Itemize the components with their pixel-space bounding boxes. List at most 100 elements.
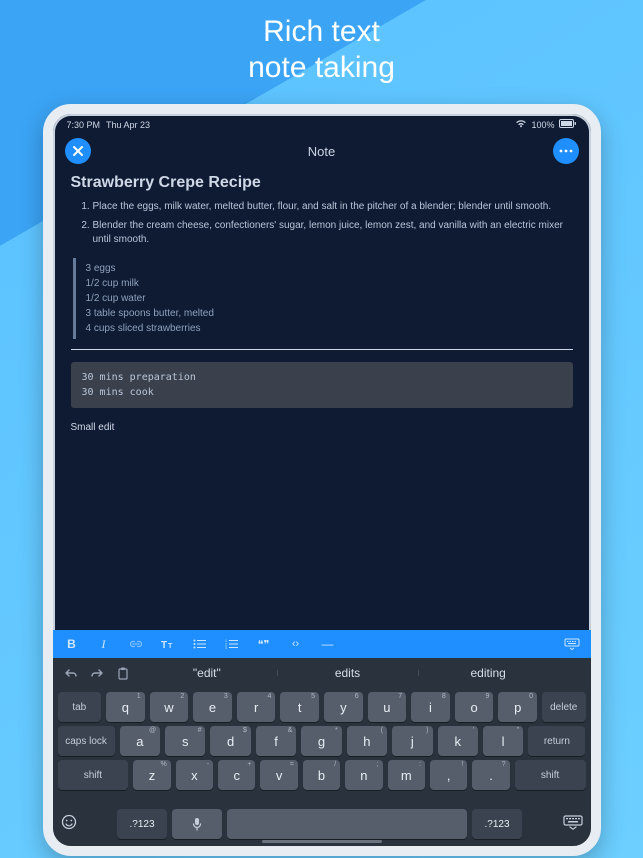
key-return[interactable]: return xyxy=(528,726,585,756)
key-x[interactable]: x- xyxy=(176,760,213,790)
keyboard-dismiss-icon xyxy=(564,638,580,650)
suggestion-1[interactable]: "edit" xyxy=(137,666,278,680)
ingredient-line: 4 cups sliced strawberries xyxy=(86,321,573,336)
code-button[interactable]: ‹› xyxy=(287,638,305,650)
quote-button[interactable]: ❝❞ xyxy=(255,638,273,651)
undo-icon xyxy=(64,668,78,679)
key-d[interactable]: d$ xyxy=(210,726,250,756)
promo-title: Rich text note taking xyxy=(0,0,643,104)
key-l[interactable]: l" xyxy=(483,726,523,756)
list-item: Place the eggs, milk water, melted butte… xyxy=(93,200,573,215)
key-y[interactable]: y6 xyxy=(324,692,363,722)
close-button[interactable] xyxy=(65,138,91,164)
emoji-button[interactable] xyxy=(61,814,77,834)
key-i[interactable]: i8 xyxy=(411,692,450,722)
promo-line1: Rich text xyxy=(0,14,643,50)
ingredient-line: 1/2 cup milk xyxy=(86,276,573,291)
bullet-list-button[interactable] xyxy=(191,639,209,649)
key-k[interactable]: k' xyxy=(438,726,478,756)
key-f[interactable]: f& xyxy=(256,726,296,756)
more-icon xyxy=(559,149,573,153)
key-mic[interactable] xyxy=(172,809,222,839)
ingredient-line: 1/2 cup water xyxy=(86,291,573,306)
key-n[interactable]: n; xyxy=(345,760,382,790)
key-q[interactable]: q1 xyxy=(106,692,145,722)
key-r[interactable]: r4 xyxy=(237,692,276,722)
battery-icon xyxy=(559,119,577,130)
nav-title: Note xyxy=(308,144,335,159)
svg-text:T: T xyxy=(168,643,173,650)
key-tab[interactable]: tab xyxy=(58,692,102,722)
status-bar: 7:30 PM Thu Apr 23 100% xyxy=(53,114,591,132)
close-icon xyxy=(72,145,84,157)
key-capslock[interactable]: caps lock xyxy=(58,726,115,756)
more-button[interactable] xyxy=(553,138,579,164)
key-a[interactable]: a@ xyxy=(120,726,160,756)
emoji-icon xyxy=(61,814,77,830)
hide-keyboard-icon xyxy=(563,815,583,830)
note-blockquote: 3 eggs 1/2 cup milk 1/2 cup water 3 tabl… xyxy=(73,258,573,339)
key-space[interactable] xyxy=(227,809,467,839)
note-divider xyxy=(71,349,573,350)
key-,[interactable]: ,! xyxy=(430,760,467,790)
italic-button[interactable]: I xyxy=(95,637,113,652)
key-numsym-left[interactable]: .?123 xyxy=(117,809,167,839)
numbered-list-button[interactable]: 123 xyxy=(223,639,241,649)
undo-button[interactable] xyxy=(59,668,83,679)
heading-button[interactable]: TT xyxy=(159,638,177,650)
keyboard-rows: tab q1w2e3r4t5y6u7i8o9p0delete caps lock… xyxy=(53,688,591,804)
key-p[interactable]: p0 xyxy=(498,692,537,722)
link-icon xyxy=(129,639,143,649)
svg-text:3: 3 xyxy=(225,646,227,649)
home-indicator[interactable] xyxy=(262,840,382,843)
key-u[interactable]: u7 xyxy=(368,692,407,722)
key-b[interactable]: b/ xyxy=(303,760,340,790)
note-title: Strawberry Crepe Recipe xyxy=(71,174,573,192)
key-m[interactable]: m: xyxy=(388,760,425,790)
key-o[interactable]: o9 xyxy=(455,692,494,722)
key-w[interactable]: w2 xyxy=(150,692,189,722)
keyboard-dismiss-button[interactable] xyxy=(563,638,581,650)
key-delete[interactable]: delete xyxy=(542,692,586,722)
tablet-frame: 7:30 PM Thu Apr 23 100% Note Strawberry … xyxy=(43,104,601,856)
note-editor[interactable]: Strawberry Crepe Recipe Place the eggs, … xyxy=(53,174,591,433)
nav-bar: Note xyxy=(53,132,591,174)
key-c[interactable]: c+ xyxy=(218,760,255,790)
ingredient-line: 3 eggs xyxy=(86,261,573,276)
suggestion-2[interactable]: edits xyxy=(277,666,418,680)
redo-button[interactable] xyxy=(85,668,109,679)
key-t[interactable]: t5 xyxy=(280,692,319,722)
key-v[interactable]: v= xyxy=(260,760,297,790)
numbered-list-icon: 123 xyxy=(225,639,239,649)
clipboard-button[interactable] xyxy=(111,667,135,680)
hr-button[interactable]: — xyxy=(319,637,337,651)
key-e[interactable]: e3 xyxy=(193,692,232,722)
key-s[interactable]: s# xyxy=(165,726,205,756)
key-h[interactable]: h( xyxy=(347,726,387,756)
status-date: Thu Apr 23 xyxy=(106,120,150,130)
battery-pct: 100% xyxy=(531,120,554,130)
bullet-list-icon xyxy=(193,639,207,649)
key-numsym-right[interactable]: .?123 xyxy=(472,809,522,839)
bold-button[interactable]: B xyxy=(63,637,81,651)
ingredient-line: 3 table spoons butter, melted xyxy=(86,306,573,321)
key-j[interactable]: j) xyxy=(392,726,432,756)
promo-line2: note taking xyxy=(0,50,643,86)
suggestion-3[interactable]: editing xyxy=(418,666,559,680)
hide-keyboard-button[interactable] xyxy=(563,815,583,834)
clipboard-icon xyxy=(117,667,129,680)
key-shift-right[interactable]: shift xyxy=(515,760,586,790)
formatting-toolbar: B I TT 123 ❝❞ ‹› — xyxy=(53,630,591,658)
heading-icon: TT xyxy=(161,638,175,650)
redo-icon xyxy=(90,668,104,679)
key-shift-left[interactable]: shift xyxy=(58,760,129,790)
mic-icon xyxy=(192,817,202,831)
key-g[interactable]: g* xyxy=(301,726,341,756)
svg-text:T: T xyxy=(161,640,167,650)
key-z[interactable]: z% xyxy=(133,760,170,790)
list-item: Blender the cream cheese, confectioners'… xyxy=(93,219,573,248)
note-footer-text: Small edit xyxy=(71,422,573,433)
suggestion-bar: "edit" edits editing xyxy=(53,658,591,688)
key-.[interactable]: .? xyxy=(472,760,509,790)
link-button[interactable] xyxy=(127,639,145,649)
